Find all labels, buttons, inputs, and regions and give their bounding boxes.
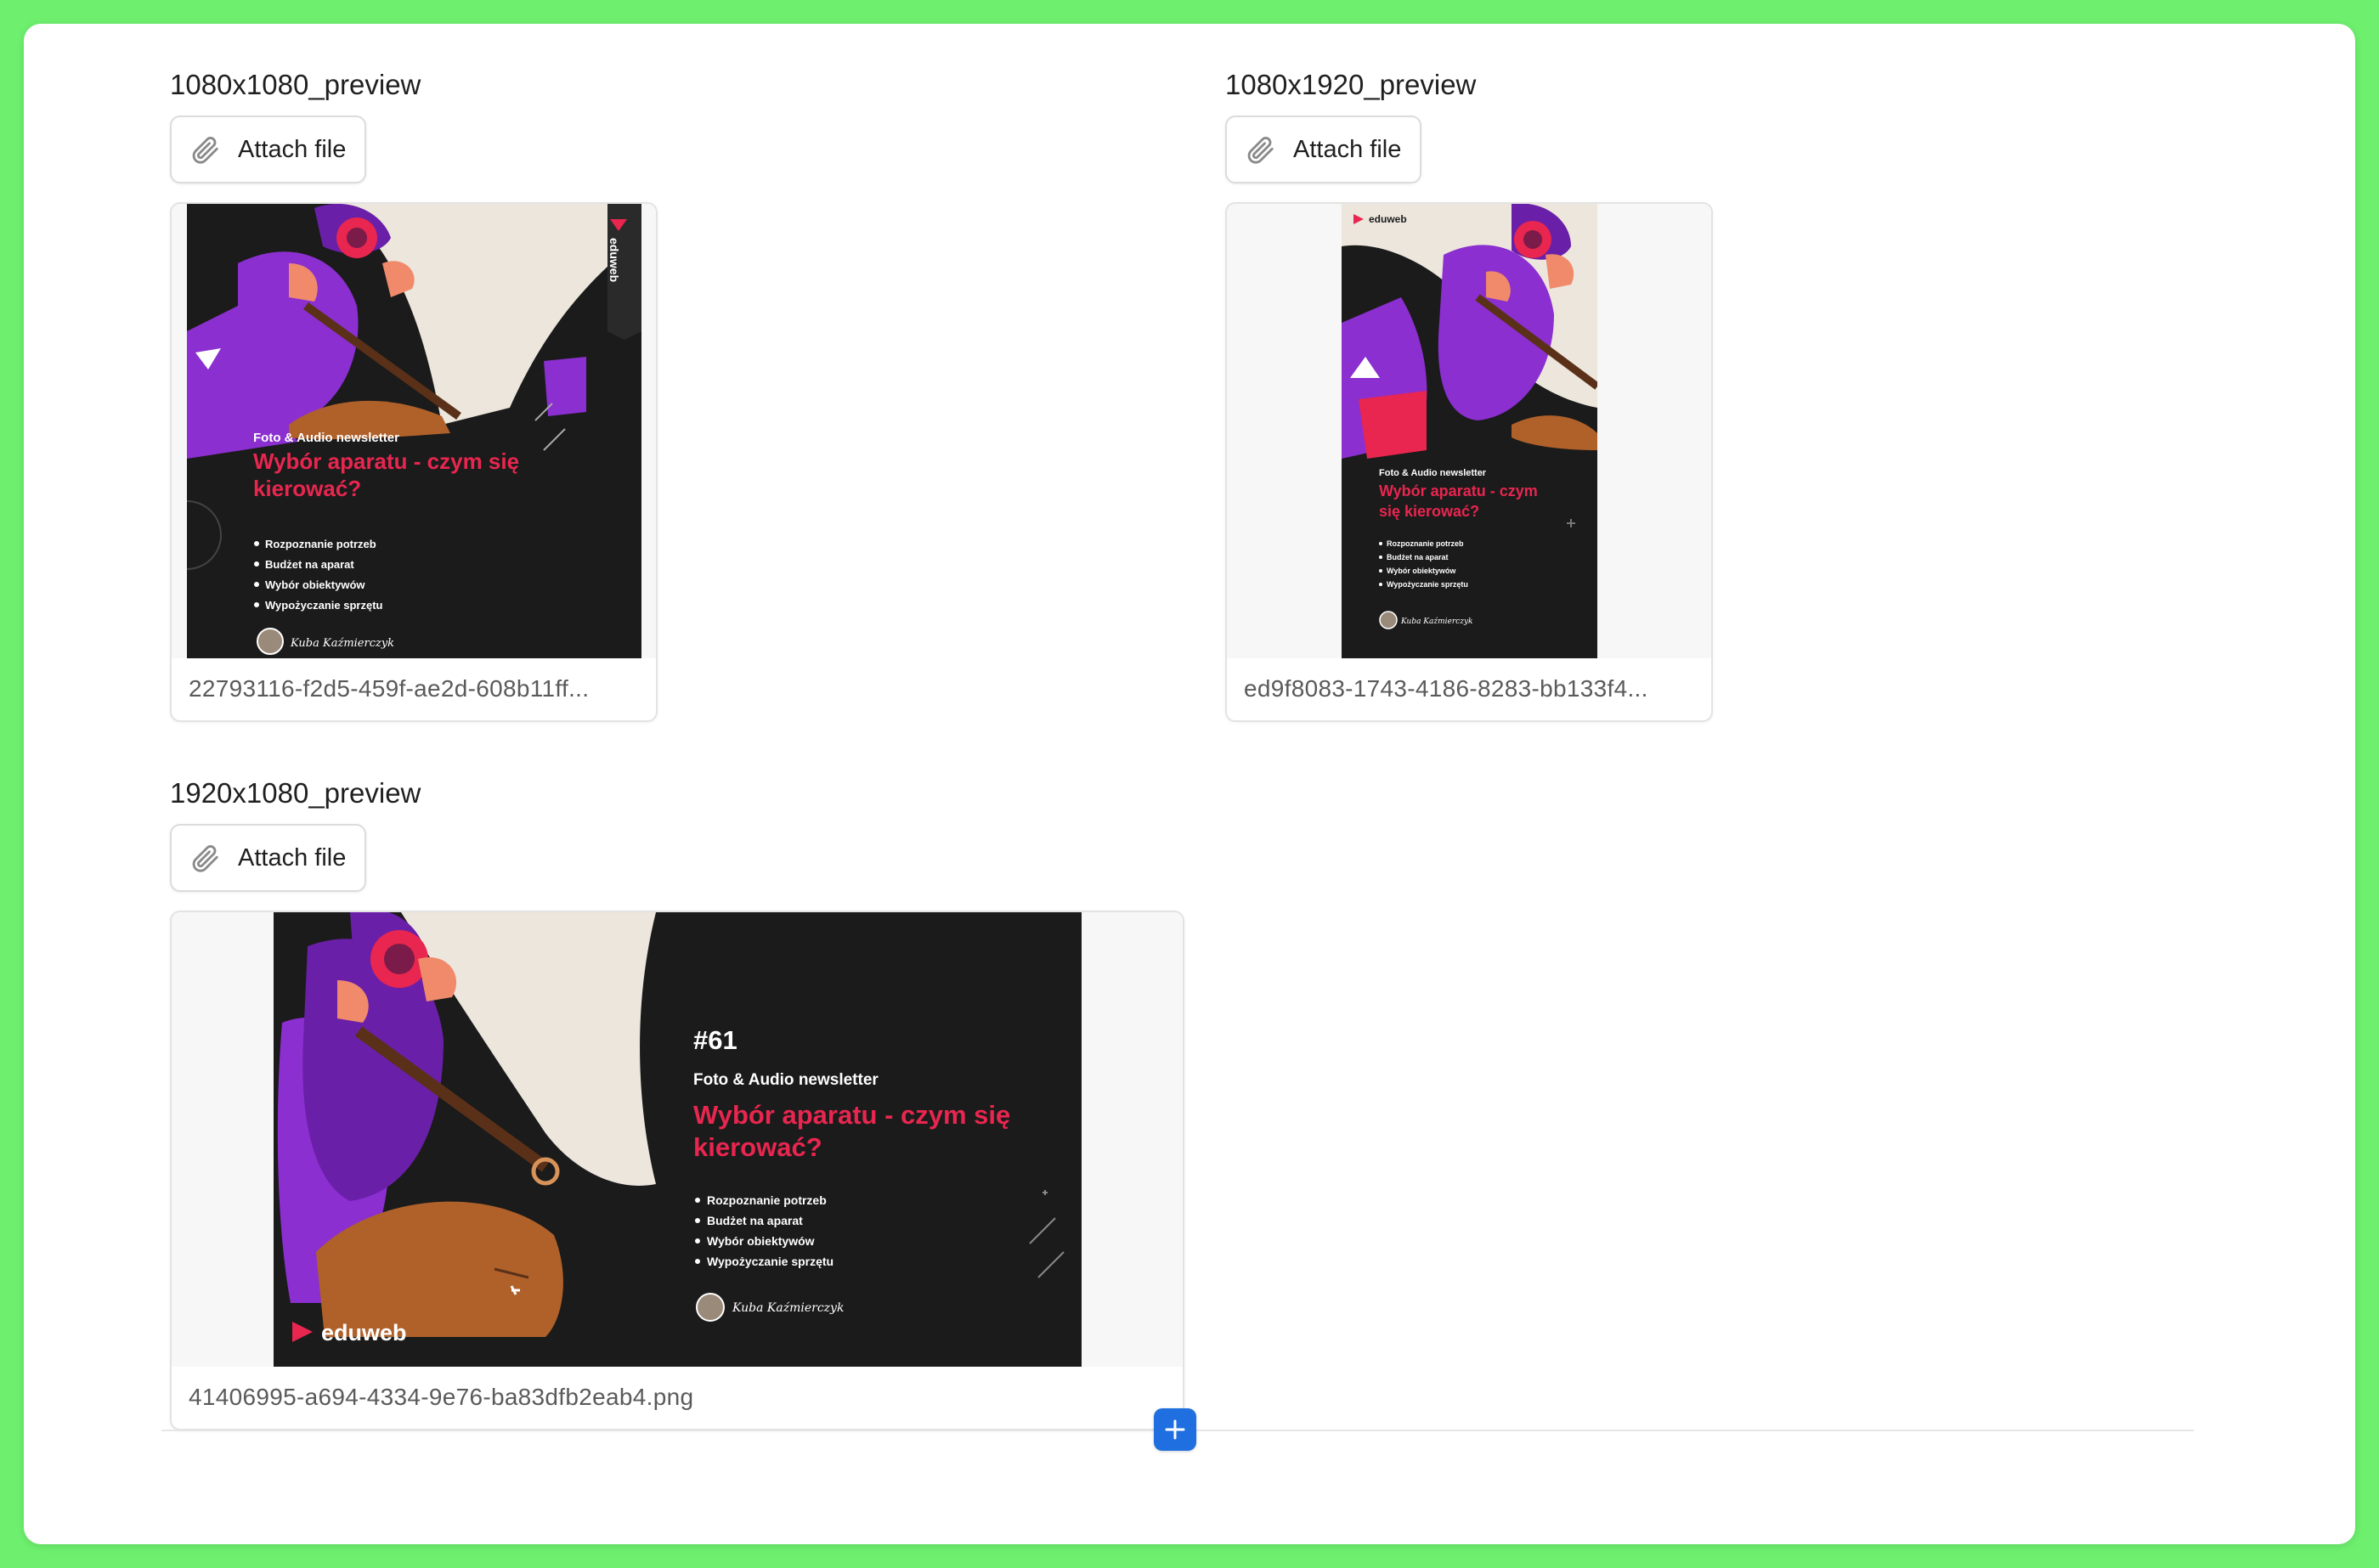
attach-file-label: Attach file <box>1293 135 1402 163</box>
attach-file-button[interactable]: Attach file <box>170 116 367 183</box>
attachment-card[interactable]: eduweb #61 Foto & Audio newsletter Wybór… <box>170 911 1184 1430</box>
poster-bullet: Wybór obiektywów <box>707 1234 815 1248</box>
poster-vertical-image: eduweb Foto & Audio newsletter Wybór apa… <box>1342 204 1597 658</box>
attach-file-button[interactable]: Attach file <box>1225 116 1422 183</box>
poster-subtitle: Foto & Audio newsletter <box>1379 468 1487 478</box>
image-preview[interactable]: eduweb Foto & Audio newsletter Wybór apa… <box>172 204 656 658</box>
attach-file-label: Attach file <box>238 843 347 871</box>
attachment-filename: 22793116-f2d5-459f-ae2d-608b11ff... <box>189 675 590 702</box>
poster-subtitle: Foto & Audio newsletter <box>253 431 399 445</box>
poster-headline-2: się kierować? <box>1379 503 1479 520</box>
poster-bullet: Wybór obiektywów <box>1387 567 1456 575</box>
paperclip-icon <box>1247 137 1274 164</box>
paperclip-icon <box>192 845 218 872</box>
poster-subtitle: Foto & Audio newsletter <box>693 1071 879 1089</box>
add-field-button[interactable] <box>1154 1408 1196 1451</box>
field-label: 1920x1080_preview <box>170 777 421 809</box>
poster-brand: eduweb <box>1369 213 1407 225</box>
poster-bullet: Budżet na aparat <box>265 558 354 571</box>
attach-file-button[interactable]: Attach file <box>170 824 367 892</box>
poster-bullet: Wypożyczanie sprzętu <box>707 1255 833 1268</box>
poster-headline-1: Wybór aparatu - czym się <box>693 1100 1010 1130</box>
attachment-filename: 41406995-a694-4334-9e76-ba83dfb2eab4.png <box>189 1384 694 1410</box>
poster-brand: eduweb <box>607 238 621 282</box>
poster-signature: Kuba Kaźmierczyk <box>732 1301 844 1315</box>
poster-bullet: Rozpoznanie potrzeb <box>1387 539 1464 548</box>
poster-bullet: Budżet na aparat <box>1387 553 1449 561</box>
poster-bullet: Rozpoznanie potrzeb <box>707 1193 827 1207</box>
poster-bullet: Rozpoznanie potrzeb <box>265 538 376 550</box>
poster-signature: Kuba Kaźmierczyk <box>1400 617 1473 626</box>
attachment-card[interactable]: eduweb Foto & Audio newsletter Wybór apa… <box>170 202 658 722</box>
image-preview[interactable]: eduweb Foto & Audio newsletter Wybór apa… <box>1227 204 1711 658</box>
poster-issue: #61 <box>693 1025 737 1055</box>
poster-headline-1: Wybór aparatu - czym się <box>253 448 519 474</box>
plus-icon <box>1165 1419 1185 1440</box>
attachment-card[interactable]: eduweb Foto & Audio newsletter Wybór apa… <box>1225 202 1713 722</box>
poster-bullet: Budżet na aparat <box>707 1214 803 1227</box>
poster-bullet: Wybór obiektywów <box>265 578 365 591</box>
image-preview[interactable]: eduweb #61 Foto & Audio newsletter Wybór… <box>172 912 1183 1367</box>
attachment-filename: ed9f8083-1743-4186-8283-bb133f4... <box>1244 675 1648 702</box>
poster-headline-1: Wybór aparatu - czym <box>1379 482 1538 499</box>
poster-wide-image: eduweb #61 Foto & Audio newsletter Wybór… <box>274 912 1082 1367</box>
field-label: 1080x1920_preview <box>1225 69 1477 100</box>
poster-headline-2: kierować? <box>693 1132 822 1162</box>
poster-brand: eduweb <box>321 1320 407 1345</box>
poster-headline-2: kierować? <box>253 476 361 501</box>
poster-square-image: eduweb Foto & Audio newsletter Wybór apa… <box>187 204 641 658</box>
poster-signature: Kuba Kaźmierczyk <box>290 637 394 650</box>
poster-bullet: Wypożyczanie sprzętu <box>265 599 383 612</box>
paperclip-icon <box>192 137 218 164</box>
poster-bullet: Wypożyczanie sprzętu <box>1387 580 1468 589</box>
field-label: 1080x1080_preview <box>170 69 421 100</box>
attach-file-label: Attach file <box>238 135 347 163</box>
